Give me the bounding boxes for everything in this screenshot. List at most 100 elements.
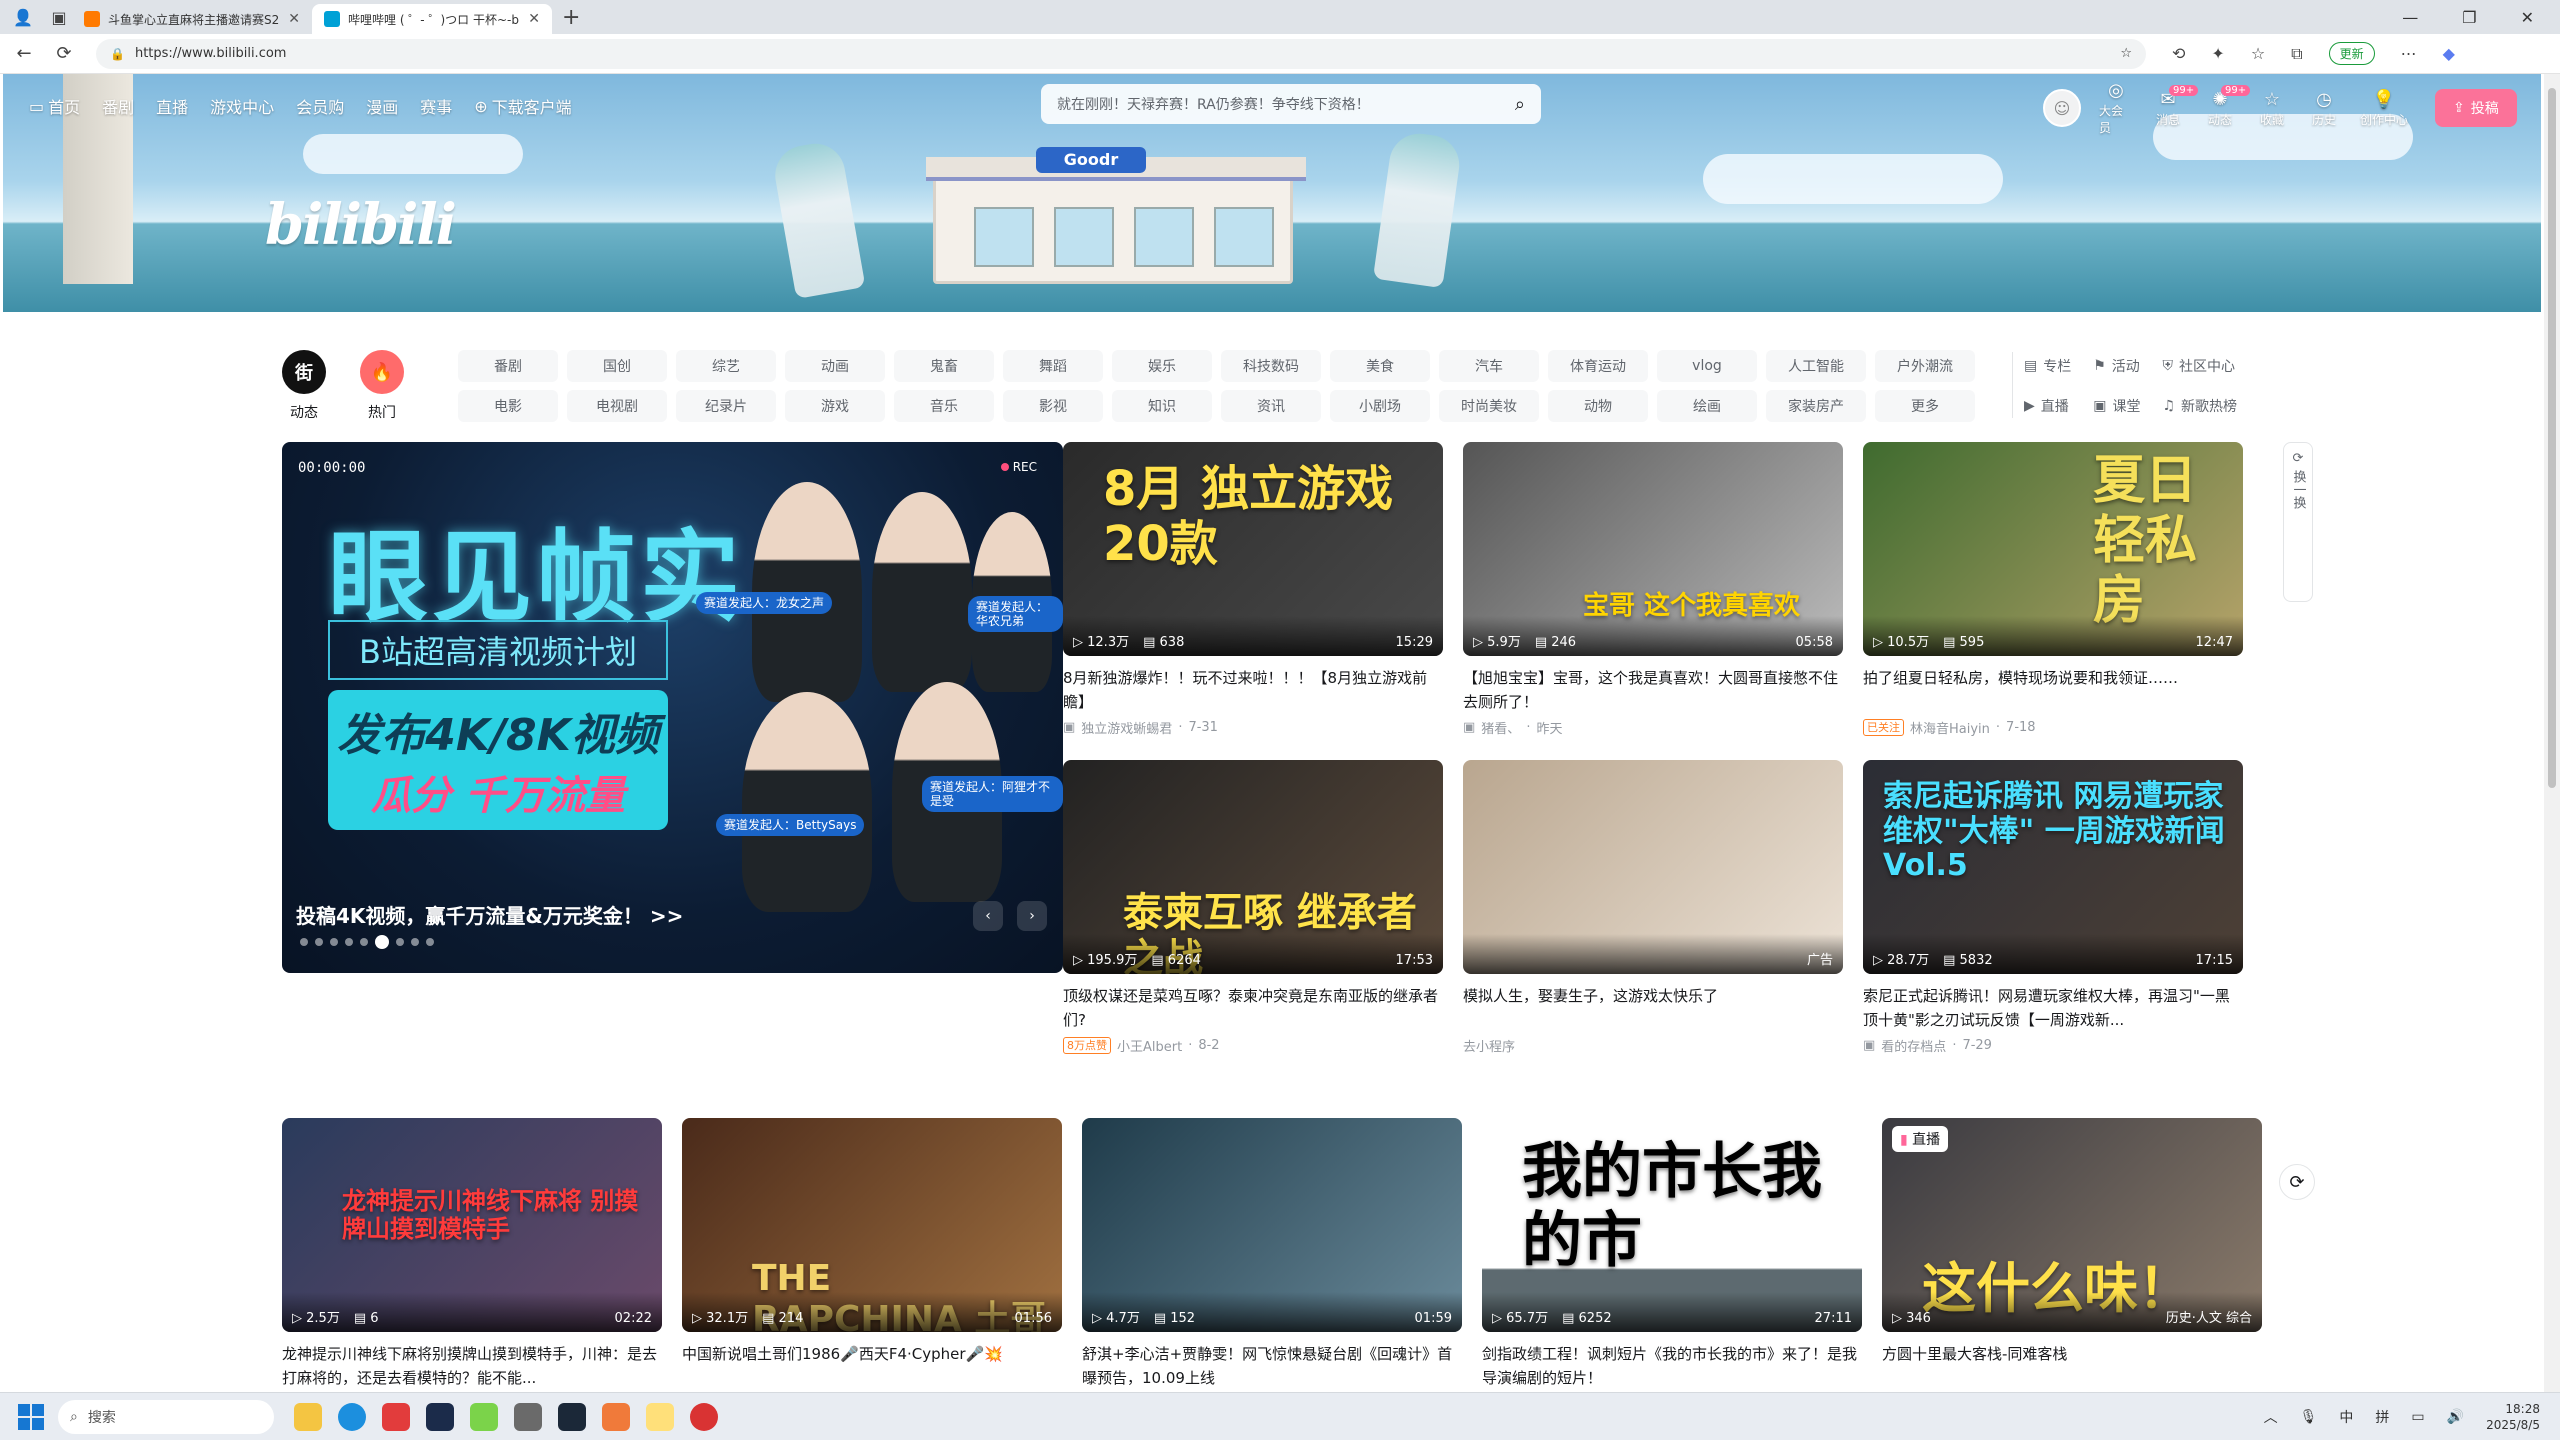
channel-chip[interactable]: 绘画 <box>1657 390 1757 422</box>
carousel-dots[interactable] <box>300 935 434 949</box>
search-bar[interactable]: 就在刚刚！天禄弃赛！RA仍参赛！争夺线下资格！ ⌕ <box>1041 84 1541 124</box>
nav-home[interactable]: ▭ 首页 <box>29 94 80 118</box>
channel-chip[interactable]: 番剧 <box>458 350 558 382</box>
search-input[interactable]: 就在刚刚！天禄弃赛！RA仍参赛！争夺线下资格！ <box>1057 94 1515 114</box>
nav-download[interactable]: ⊕ 下载客户端 <box>474 94 571 118</box>
app-icon[interactable] <box>470 1402 498 1431</box>
scrollbar-thumb[interactable] <box>2548 88 2556 788</box>
channel-chip[interactable]: 国创 <box>567 350 667 382</box>
channel-chip[interactable]: 时尚美妆 <box>1439 390 1539 422</box>
video-card[interactable]: 泰柬互啄 继承者之战▷ 195.9万▤ 626417:53顶级权谋还是菜鸡互啄？… <box>1063 760 1443 1055</box>
close-tab-icon[interactable]: ✕ <box>528 11 540 27</box>
channel-music-chart[interactable]: ♫ 新歌热榜 <box>2162 390 2237 422</box>
header-message[interactable]: 99+ ✉ 消息 <box>2151 84 2199 128</box>
video-thumbnail[interactable]: THE RAPCHINA 土哥们1986▷ 32.1万▤ 21401:56 <box>682 1118 1062 1332</box>
video-card[interactable]: 广告 模拟人生，娶妻生子，这游戏太快乐了 去小程序 <box>1463 760 1843 1055</box>
close-tab-icon[interactable]: ✕ <box>288 11 300 27</box>
channel-community[interactable]: ⛨ 社区中心 <box>2162 350 2237 382</box>
uploader-name[interactable]: 猪看、 <box>1481 718 1520 737</box>
channel-chip[interactable]: 更多 <box>1875 390 1975 422</box>
channel-live[interactable]: ▶ 直播 <box>2024 390 2071 422</box>
channel-chip[interactable]: 科技数码 <box>1221 350 1321 382</box>
channel-chip[interactable]: 舞蹈 <box>1003 350 1103 382</box>
channel-activity[interactable]: ⚑ 活动 <box>2093 350 2140 382</box>
tab-actions-icon[interactable]: ▣ <box>46 4 72 30</box>
video-title[interactable]: 龙神提示川神线下麻将别摸牌山摸到模特手，川神：是去打麻将的，还是去看模特的？能不… <box>282 1342 662 1390</box>
upload-button[interactable]: ⇪ 投稿 <box>2435 89 2517 127</box>
video-card[interactable]: 我的市长我的市 ▷ 65.7万 ▤ 6252 27:11 剑指政绩工程！讽刺短片《我的市… <box>1482 1118 1862 1392</box>
taskbar-search[interactable]: ⌕ 搜索 <box>58 1399 274 1434</box>
video-title[interactable]: 舒淇+李心洁+贾静雯！网飞惊悚悬疑台剧《回魂计》首曝预告，10.09上线 <box>1082 1342 1462 1390</box>
more-icon[interactable]: ⋯ <box>2401 44 2417 63</box>
video-title[interactable]: 剑指政绩工程！讽刺短片《我的市长我的市》来了！是我导演编剧的短片！ <box>1482 1342 1862 1390</box>
clock[interactable]: 18:28 2025/8/5 <box>2486 1401 2540 1433</box>
promo-carousel[interactable]: 00:00:00 REC 眼见帧实 B站超高清视频计划 发布4K/8K视频 瓜分… <box>282 442 1063 973</box>
video-thumbnail[interactable]: 龙神提示川神线下麻将 别摸牌山摸到模特手 ▷ 2.5万 ▤ 6 02:22 <box>282 1118 662 1332</box>
steam-icon[interactable] <box>558 1402 586 1431</box>
video-card[interactable]: 宝哥 这个我真喜欢 ▷ 5.9万 ▤ 246 05:58 【旭旭宝宝】宝哥，这个我是真喜… <box>1463 442 1843 737</box>
uploader-name[interactable]: 去小程序 <box>1463 1036 1515 1055</box>
refresh-round-icon[interactable]: ⟳ <box>2279 1164 2315 1200</box>
carousel-prev-icon[interactable]: ‹ <box>973 901 1003 931</box>
nav-esports[interactable]: 赛事 <box>420 94 452 118</box>
tray-chevron-icon[interactable]: ︿ <box>2264 1407 2278 1427</box>
video-card[interactable]: ▷ 4.7万 ▤ 152 01:59 舒淇+李心洁+贾静雯！网飞惊悚悬疑台剧《回魂计》… <box>1082 1118 1462 1392</box>
header-vip[interactable]: ◎ 大会员 <box>2099 80 2133 136</box>
puzzle-icon[interactable]: ✦ <box>2211 44 2224 63</box>
video-card[interactable]: THE RAPCHINA 土哥们1986▷ 32.1万▤ 21401:56 中国新… <box>682 1118 1062 1392</box>
nav-mall[interactable]: 会员购 <box>296 94 344 118</box>
network-icon[interactable]: ▭ <box>2411 1409 2424 1425</box>
video-title[interactable]: 模拟人生，娶妻生子，这游戏太快乐了 <box>1463 984 1843 1032</box>
channel-chip[interactable]: 小剧场 <box>1330 390 1430 422</box>
uploader-name[interactable]: 独立游戏蜥蜴君 <box>1081 718 1172 737</box>
channel-class[interactable]: ▣ 课堂 <box>2093 390 2140 422</box>
video-title[interactable]: 中国新说唱土哥们1986🎤西天F4·Cypher🎤💥 <box>682 1342 1062 1390</box>
channel-chip[interactable]: 知识 <box>1112 390 1212 422</box>
video-card[interactable]: 夏日 轻私房 ▷ 10.5万 ▤ 595 12:47 拍了组夏日轻私房，模特现场说要和我… <box>1863 442 2243 737</box>
mic-icon[interactable]: 🎙 <box>2300 1409 2318 1425</box>
app-icon[interactable] <box>514 1402 542 1431</box>
carousel-next-icon[interactable]: › <box>1017 901 1047 931</box>
profile-icon[interactable]: 👤 <box>10 4 36 30</box>
update-button[interactable]: 更新 <box>2328 42 2375 65</box>
video-thumbnail[interactable]: 我的市长我的市 ▷ 65.7万 ▤ 6252 27:11 <box>1482 1118 1862 1332</box>
search-icon[interactable]: ⌕ <box>1515 94 1525 115</box>
ime-mode-indicator[interactable]: 拼 <box>2375 1407 2389 1427</box>
app-icon[interactable] <box>646 1402 674 1431</box>
app-icon[interactable] <box>602 1402 630 1431</box>
bilibili-logo[interactable]: bilibili <box>265 192 457 258</box>
channel-chip[interactable]: 鬼畜 <box>894 350 994 382</box>
windows-start-icon[interactable] <box>18 1403 44 1430</box>
restore-icon[interactable]: ❐ <box>2462 8 2476 27</box>
close-window-icon[interactable]: ✕ <box>2521 8 2534 27</box>
favorite-star-icon[interactable]: ☆ <box>2120 46 2132 61</box>
address-bar[interactable]: 🔒 https://www.bilibili.com ☆ <box>96 38 2146 69</box>
header-favorites[interactable]: ☆ 收藏 <box>2255 89 2289 128</box>
edge-icon[interactable] <box>338 1402 366 1431</box>
video-card[interactable]: 8月 独立游戏 20款 ▷ 12.3万 ▤ 638 15:29 8月新独游爆炸！！玩不过… <box>1063 442 1443 737</box>
channel-chip[interactable]: 纪录片 <box>676 390 776 422</box>
video-thumbnail[interactable]: 泰柬互啄 继承者之战▷ 195.9万▤ 626417:53 <box>1063 760 1443 974</box>
channel-chip[interactable]: 动物 <box>1548 390 1648 422</box>
channel-chip[interactable]: 综艺 <box>676 350 776 382</box>
lock-icon[interactable]: 🔒 <box>110 47 125 61</box>
uploader-name[interactable]: 林海音Haiyin <box>1910 718 1990 737</box>
uploader-name[interactable]: 看的存档点 <box>1881 1036 1946 1055</box>
channel-chip[interactable]: 体育运动 <box>1548 350 1648 382</box>
hot-button[interactable]: 🔥 热门 <box>360 350 404 422</box>
nav-manga[interactable]: 漫画 <box>366 94 398 118</box>
browser-tab-bilibili[interactable]: 哔哩哔哩 ( ゜- ゜)つロ 干杯~-bilibili ✕ <box>312 4 552 34</box>
app-icon[interactable] <box>690 1402 718 1431</box>
dynamic-button[interactable]: 街 动态 <box>282 350 326 422</box>
minimize-icon[interactable]: — <box>2402 8 2418 27</box>
header-dynamic[interactable]: 99+ ✺ 动态 <box>2203 84 2251 128</box>
user-avatar[interactable]: ☺ <box>2043 89 2081 127</box>
channel-chip[interactable]: 汽车 <box>1439 350 1539 382</box>
nav-live[interactable]: 直播 <box>156 94 188 118</box>
new-tab-button[interactable]: + <box>562 5 580 30</box>
back-icon[interactable]: ← <box>8 43 40 64</box>
video-title[interactable]: 方圆十里最大客栈-同难客栈 <box>1882 1342 2262 1390</box>
video-title[interactable]: 8月新独游爆炸！！玩不过来啦！！！【8月独立游戏前瞻】 <box>1063 666 1443 714</box>
channel-chip[interactable]: vlog <box>1657 350 1757 382</box>
channel-chip[interactable]: 资讯 <box>1221 390 1321 422</box>
